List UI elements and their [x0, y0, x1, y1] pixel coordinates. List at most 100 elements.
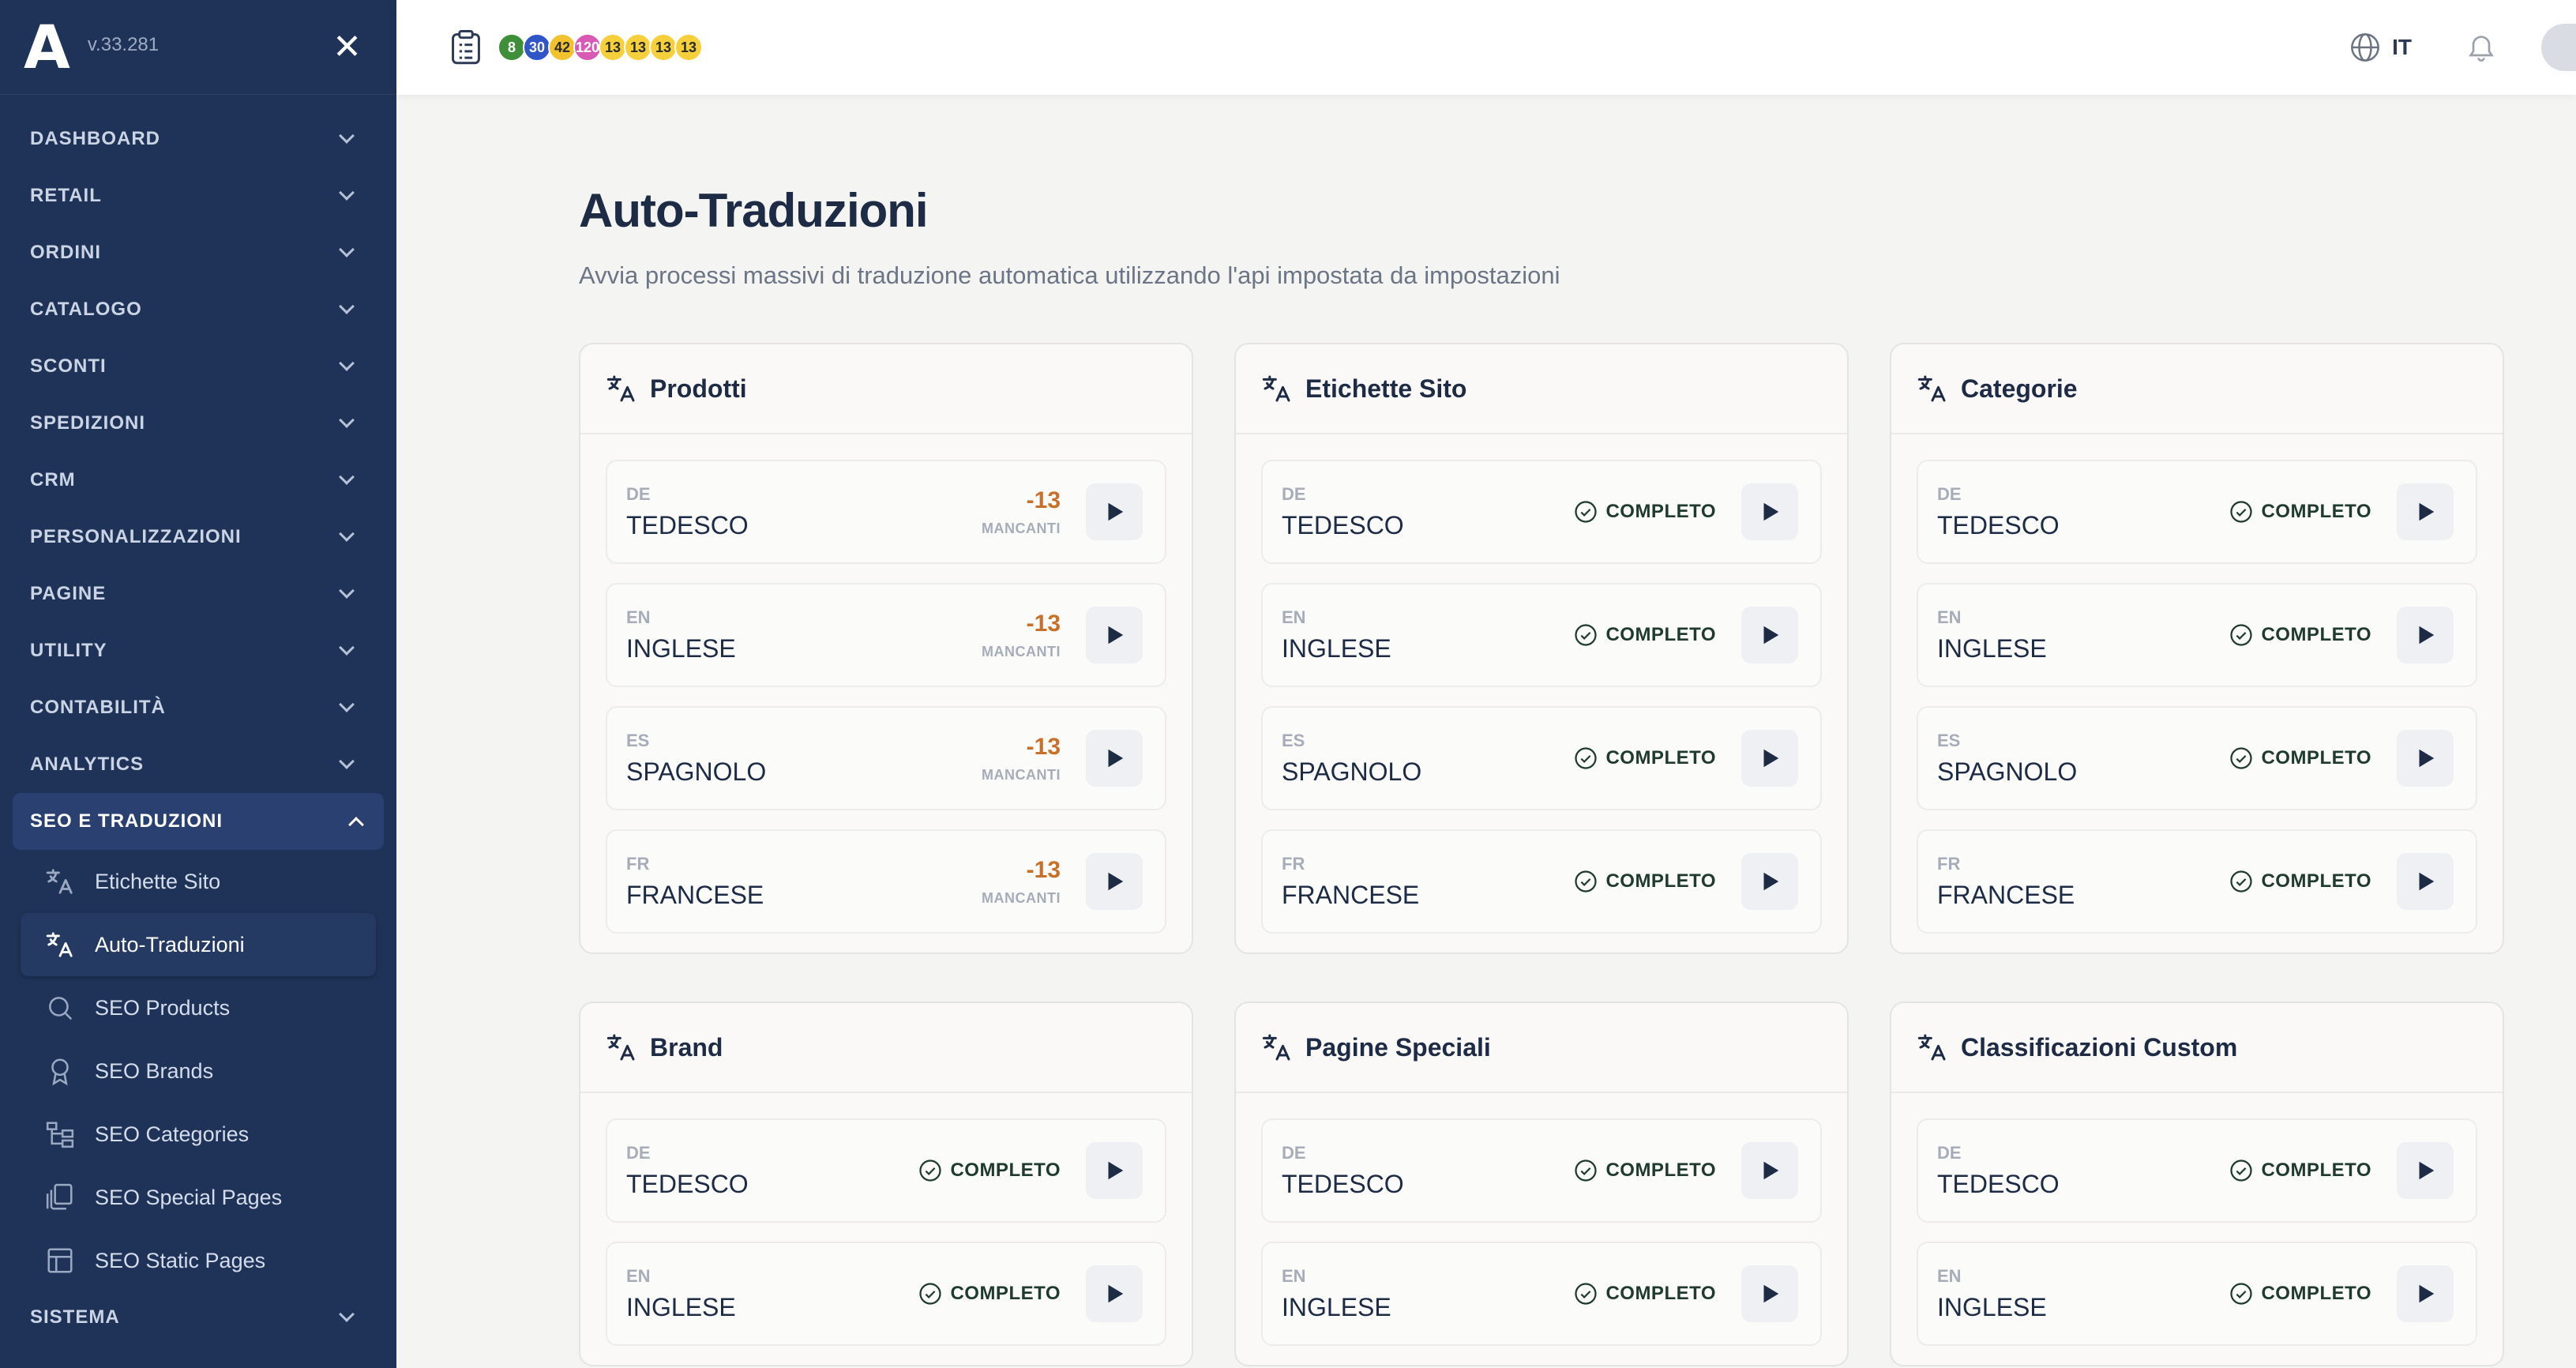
avatar[interactable] [2541, 24, 2576, 71]
sidebar-subitem-label: SEO Products [95, 995, 231, 1020]
count-badge[interactable]: 13 [674, 33, 703, 62]
sidebar-item-ordini[interactable]: ORDINI [0, 224, 396, 281]
language-code: FR [626, 853, 650, 874]
sidebar-section-seo[interactable]: SEO E TRADUZIONI [13, 793, 384, 850]
language-name: TEDESCO [626, 510, 749, 539]
sidebar-item-personalizzazioni[interactable]: PERSONALIZZAZIONI [0, 509, 396, 566]
page-header: Auto-Traduzioni Avvia processi massivi d… [579, 183, 2506, 290]
check-circle-icon [919, 1283, 942, 1305]
close-icon[interactable]: ✕ [332, 29, 362, 65]
sidebar-item-contabilit[interactable]: CONTABILITÀ [0, 679, 396, 736]
sidebar-section-sistema[interactable]: SISTEMA [0, 1292, 396, 1343]
start-translation-button[interactable] [1741, 483, 1798, 540]
status-complete: COMPLETO [2229, 746, 2371, 770]
sidebar-subitem-seo-special-pages[interactable]: SEO Special Pages [0, 1166, 396, 1229]
sidebar-item-utility[interactable]: UTILITY [0, 622, 396, 679]
language-row: DE TEDESCO -13 MANCANTI [606, 460, 1166, 564]
sidebar-subitem-etichette-sito[interactable]: Etichette Sito [0, 850, 396, 913]
sidebar-section-label: SEO E TRADUZIONI [30, 810, 223, 832]
start-translation-button[interactable] [1741, 853, 1798, 910]
sidebar-item-crm[interactable]: CRM [0, 452, 396, 509]
language-row: DE TEDESCO COMPLETO [606, 1118, 1166, 1223]
sidebar-menu: DASHBOARD RETAIL ORDINI CATALOGO SCONTI SPEDI… [0, 111, 396, 793]
language-code: ES [626, 730, 650, 750]
start-translation-button[interactable] [2397, 853, 2454, 910]
start-translation-button[interactable] [1741, 1265, 1798, 1322]
check-circle-icon [2230, 870, 2253, 893]
sidebar-subitem-seo-brands[interactable]: SEO Brands [0, 1039, 396, 1103]
start-translation-button[interactable] [1086, 730, 1143, 787]
status-label: MANCANTI [982, 889, 1061, 906]
app-logo[interactable]: A [24, 17, 70, 77]
language-code: EN [1937, 1265, 1962, 1286]
language-name: FRANCESE [1282, 880, 1420, 909]
card-title: Classificazioni Custom [1961, 1032, 2238, 1062]
status-label: COMPLETO [2261, 870, 2371, 892]
sidebar-subitem-seo-categories[interactable]: SEO Categories [0, 1103, 396, 1166]
start-translation-button[interactable] [1086, 853, 1143, 910]
sidebar-item-sconti[interactable]: SCONTI [0, 338, 396, 395]
start-translation-button[interactable] [2397, 483, 2454, 540]
count-badge[interactable]: 120 [573, 33, 602, 62]
sidebar-subitem-auto-traduzioni[interactable]: Auto-Traduzioni [21, 913, 376, 976]
start-translation-button[interactable] [1741, 607, 1798, 663]
language-selector[interactable]: IT [2349, 32, 2412, 63]
count-badge[interactable]: 13 [649, 33, 678, 62]
check-circle-icon [1575, 501, 1598, 523]
play-icon [1108, 1284, 1124, 1303]
card-header: Brand [580, 1003, 1192, 1093]
count-badge[interactable]: 8 [498, 33, 526, 62]
status-complete: COMPLETO [1574, 1282, 1716, 1306]
start-translation-button[interactable] [1741, 1142, 1798, 1199]
sidebar-item-analytics[interactable]: ANALYTICS [0, 736, 396, 793]
sidebar-item-dashboard[interactable]: DASHBOARD [0, 111, 396, 167]
status-complete: COMPLETO [1574, 746, 1716, 770]
sidebar-item-catalogo[interactable]: CATALOGO [0, 281, 396, 338]
chevron-down-icon [339, 412, 355, 428]
status-label: MANCANTI [982, 643, 1061, 660]
count-badge[interactable]: 13 [599, 33, 627, 62]
start-translation-button[interactable] [2397, 607, 2454, 663]
count-badge[interactable]: 13 [624, 33, 652, 62]
sidebar-item-label: SCONTI [30, 355, 107, 377]
start-translation-button[interactable] [1086, 483, 1143, 540]
translation-card-categorie: Categorie DE TEDESCO COMPLETO EN INGLESE COMPL… [1890, 343, 2504, 954]
sidebar-item-pagine[interactable]: PAGINE [0, 566, 396, 622]
bell-icon[interactable] [2465, 32, 2497, 63]
translation-card-pagine-speciali: Pagine Speciali DE TEDESCO COMPLETO EN INGLES… [1234, 1002, 1849, 1366]
language-name: INGLESE [1937, 1292, 2047, 1321]
play-icon [1763, 626, 1779, 645]
sidebar-item-label: PAGINE [30, 583, 107, 604]
count-badge[interactable]: 30 [523, 33, 551, 62]
sidebar-item-label: CATALOGO [30, 299, 142, 320]
start-translation-button[interactable] [1086, 1265, 1143, 1322]
status-complete: COMPLETO [2229, 870, 2371, 893]
topbar: 8 30 42 120 13 13 13 13 IT [396, 0, 2576, 95]
language-row: ES SPAGNOLO COMPLETO [1261, 706, 1822, 810]
start-translation-button[interactable] [2397, 1142, 2454, 1199]
translate-icon [1917, 1032, 1961, 1063]
status-complete: COMPLETO [2229, 500, 2371, 524]
sidebar-subitem-seo-products[interactable]: SEO Products [0, 976, 396, 1039]
count-badge[interactable]: 42 [548, 33, 576, 62]
start-translation-button[interactable] [2397, 1265, 2454, 1322]
status-complete: COMPLETO [918, 1159, 1061, 1182]
start-translation-button[interactable] [1741, 730, 1798, 787]
sidebar-item-spedizioni[interactable]: SPEDIZIONI [0, 395, 396, 452]
play-icon [2419, 626, 2435, 645]
sidebar-subitem-seo-static-pages[interactable]: SEO Static Pages [0, 1229, 396, 1292]
language-code: IT [2392, 35, 2412, 59]
play-icon [1108, 626, 1124, 645]
language-name: TEDESCO [1282, 510, 1404, 539]
chevron-down-icon [339, 697, 355, 712]
start-translation-button[interactable] [2397, 730, 2454, 787]
sidebar-item-retail[interactable]: RETAIL [0, 167, 396, 224]
status-label: COMPLETO [1605, 1283, 1716, 1304]
start-translation-button[interactable] [1086, 607, 1143, 663]
start-translation-button[interactable] [1086, 1142, 1143, 1199]
translation-card-etichette-sito: Etichette Sito DE TEDESCO COMPLETO EN INGLESE… [1234, 343, 1849, 954]
chevron-up-icon [348, 817, 364, 832]
sidebar-subitem-label: Etichette Sito [95, 869, 221, 893]
status-complete: COMPLETO [918, 1282, 1061, 1306]
clipboard-icon[interactable] [450, 29, 482, 66]
